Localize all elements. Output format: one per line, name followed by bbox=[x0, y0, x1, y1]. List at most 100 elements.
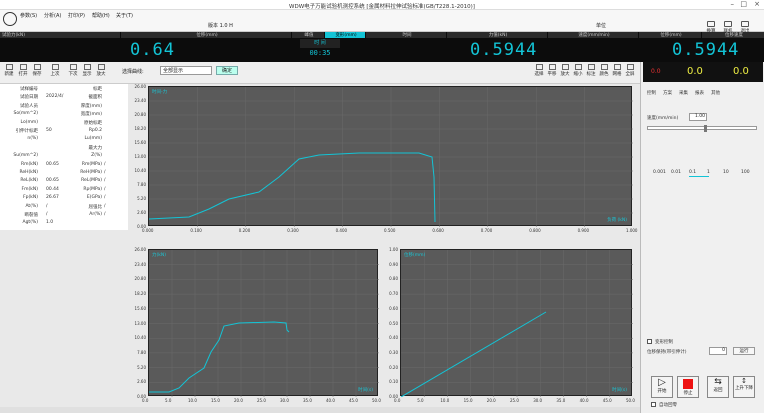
menu-item[interactable]: 参数(S) bbox=[20, 12, 37, 19]
result-label: Lu(mm) bbox=[84, 136, 102, 142]
y-tick-label: 15.60 bbox=[134, 140, 146, 145]
tab-collect[interactable]: 采集 bbox=[679, 90, 688, 96]
grid-button[interactable]: 网格 bbox=[610, 64, 624, 77]
return-button[interactable]: ⇆ 返回 bbox=[707, 376, 729, 398]
menu-item[interactable]: 分析(A) bbox=[44, 12, 61, 19]
next-button[interactable]: 显示 bbox=[80, 64, 94, 77]
speed-header: 速度(mm/min) bbox=[548, 32, 638, 38]
left-plot-corner: 时间(s) bbox=[358, 388, 373, 393]
speed-input[interactable]: 1.00 bbox=[689, 113, 707, 121]
updown-button[interactable]: ↕ 上升下降 bbox=[733, 376, 755, 398]
curve-select-label: 选择曲线: bbox=[122, 69, 144, 75]
print-button[interactable]: 上次 bbox=[48, 64, 62, 77]
disp-hold-label: 位移保持(带引伸计) bbox=[647, 350, 687, 355]
y-tick-label: 2.60 bbox=[137, 210, 146, 215]
prev-button[interactable]: 下次 bbox=[66, 64, 80, 77]
menu-item[interactable]: 帮助(H) bbox=[92, 12, 110, 19]
y-tick-label: 0.70 bbox=[389, 291, 398, 297]
deform-checkbox[interactable] bbox=[647, 339, 652, 344]
result-value[interactable]: / bbox=[104, 162, 124, 167]
tab-control[interactable]: 控制 bbox=[647, 90, 656, 96]
convert-icon bbox=[707, 21, 715, 27]
x-tick-label: 0.000 bbox=[142, 228, 154, 233]
control-panel: 0.0 0.0 0.0 控制 方案 采集 报表 其他 速度(mm/min) 1.… bbox=[640, 62, 764, 413]
label-button[interactable]: 标注 bbox=[584, 64, 598, 77]
grid-icon bbox=[613, 64, 621, 70]
zoom-in-button[interactable]: 放大 bbox=[558, 64, 572, 77]
pan-tool-button[interactable]: 平移 bbox=[545, 64, 559, 77]
color-button[interactable]: 颜色 bbox=[597, 64, 611, 77]
result-value[interactable]: / bbox=[46, 204, 66, 209]
result-value[interactable]: 00.65 bbox=[46, 162, 66, 167]
window-title: WDW电子万能试验机测控系统 [金属材料拉伸试验标准(GB/T228.1-201… bbox=[289, 4, 475, 10]
stop-button[interactable]: 停止 bbox=[677, 376, 699, 398]
small-readout-1: 0.0 bbox=[651, 68, 661, 75]
main-plot[interactable]: 时间-力 负荷 (kN) bbox=[148, 86, 633, 227]
disp-hold-input[interactable]: 0 bbox=[709, 347, 727, 355]
menu-item[interactable]: 打印(P) bbox=[68, 12, 85, 19]
right-plot[interactable]: 位移(mm) 时间(s) bbox=[400, 249, 633, 397]
result-value[interactable]: 00.44 bbox=[46, 187, 66, 192]
fullscreen-button[interactable]: 全屏 bbox=[623, 64, 637, 77]
result-label: Rp(MPa) bbox=[83, 186, 102, 192]
x-tick-label: 0.600 bbox=[432, 228, 444, 233]
x-tick-label: 10.0 bbox=[188, 398, 197, 403]
x-tick-label: 40.0 bbox=[326, 398, 335, 403]
result-value[interactable]: / bbox=[46, 212, 66, 217]
y-tick-label: 1.00 bbox=[389, 247, 398, 252]
tab-report[interactable]: 报表 bbox=[695, 90, 704, 96]
apply-button[interactable]: 运行 bbox=[733, 347, 755, 355]
zoom-out-button[interactable]: 缩小 bbox=[571, 64, 585, 77]
zoom-in-icon bbox=[561, 64, 569, 70]
result-value[interactable]: 00.65 bbox=[46, 178, 66, 183]
result-value[interactable]: / bbox=[104, 195, 124, 200]
x-tick-label: 35.0 bbox=[303, 398, 312, 403]
menu-item[interactable]: 关于(T) bbox=[116, 12, 133, 19]
open-button[interactable]: 打开 bbox=[16, 64, 30, 77]
new-button[interactable]: 新建 bbox=[2, 64, 16, 77]
status-bar bbox=[0, 407, 640, 413]
x-tick-label: 5.0 bbox=[417, 398, 424, 403]
result-value[interactable]: 1.0 bbox=[46, 220, 66, 225]
show-button[interactable]: 放大 bbox=[94, 64, 108, 77]
unit-label: 单位 bbox=[596, 23, 607, 29]
speed-slider[interactable] bbox=[647, 125, 757, 132]
maximize-icon[interactable]: □ bbox=[740, 0, 747, 8]
result-label: n(%) bbox=[27, 136, 38, 142]
ok-button[interactable]: 确定 bbox=[216, 66, 238, 75]
left-plot-title: 力(kN) bbox=[152, 253, 166, 258]
left-plot[interactable]: 力(kN) 时间(s) bbox=[148, 249, 379, 397]
speed-slider-handle[interactable] bbox=[704, 125, 707, 132]
select-tool-button[interactable]: 选择 bbox=[532, 64, 546, 77]
result-value[interactable]: 2022/4/ bbox=[46, 94, 66, 99]
result-value[interactable]: 50 bbox=[46, 128, 66, 133]
y-tick-label: 23.40 bbox=[134, 98, 146, 103]
save-icon bbox=[33, 64, 41, 70]
label-icon bbox=[587, 64, 595, 70]
start-button[interactable]: ▷ 开始 bbox=[651, 376, 673, 398]
pos-speed-header: 位移速度 bbox=[702, 32, 764, 38]
minimize-icon[interactable]: – bbox=[731, 0, 735, 8]
result-value[interactable]: / bbox=[104, 170, 124, 175]
result-value[interactable]: / bbox=[104, 212, 124, 217]
close-icon[interactable]: × bbox=[754, 0, 760, 8]
result-value[interactable]: / bbox=[104, 204, 124, 209]
x-tick-label: 0.900 bbox=[577, 228, 590, 233]
result-label: 试验日期 bbox=[20, 95, 38, 101]
app-logo-icon bbox=[3, 12, 17, 26]
deform-header[interactable]: 变形(mm) bbox=[325, 32, 365, 38]
y-tick-label: 26.00 bbox=[134, 84, 146, 89]
position-header: 位移(mm) bbox=[639, 32, 701, 38]
updown-icon: ↕ bbox=[741, 377, 747, 385]
tab-scheme[interactable]: 方案 bbox=[663, 90, 672, 96]
result-value[interactable]: / bbox=[104, 187, 124, 192]
result-value[interactable]: / bbox=[104, 178, 124, 183]
save-button[interactable]: 保存 bbox=[30, 64, 44, 77]
x-tick-label: 0.400 bbox=[335, 228, 348, 233]
auto-zero-checkbox[interactable] bbox=[651, 402, 656, 407]
timer-label: 时 间 bbox=[300, 39, 340, 48]
curve-select[interactable]: 全部显示 bbox=[160, 66, 212, 75]
x-tick-label: 20.0 bbox=[234, 398, 243, 403]
tab-other[interactable]: 其他 bbox=[711, 90, 720, 96]
result-value[interactable]: 26.67 bbox=[46, 195, 66, 200]
